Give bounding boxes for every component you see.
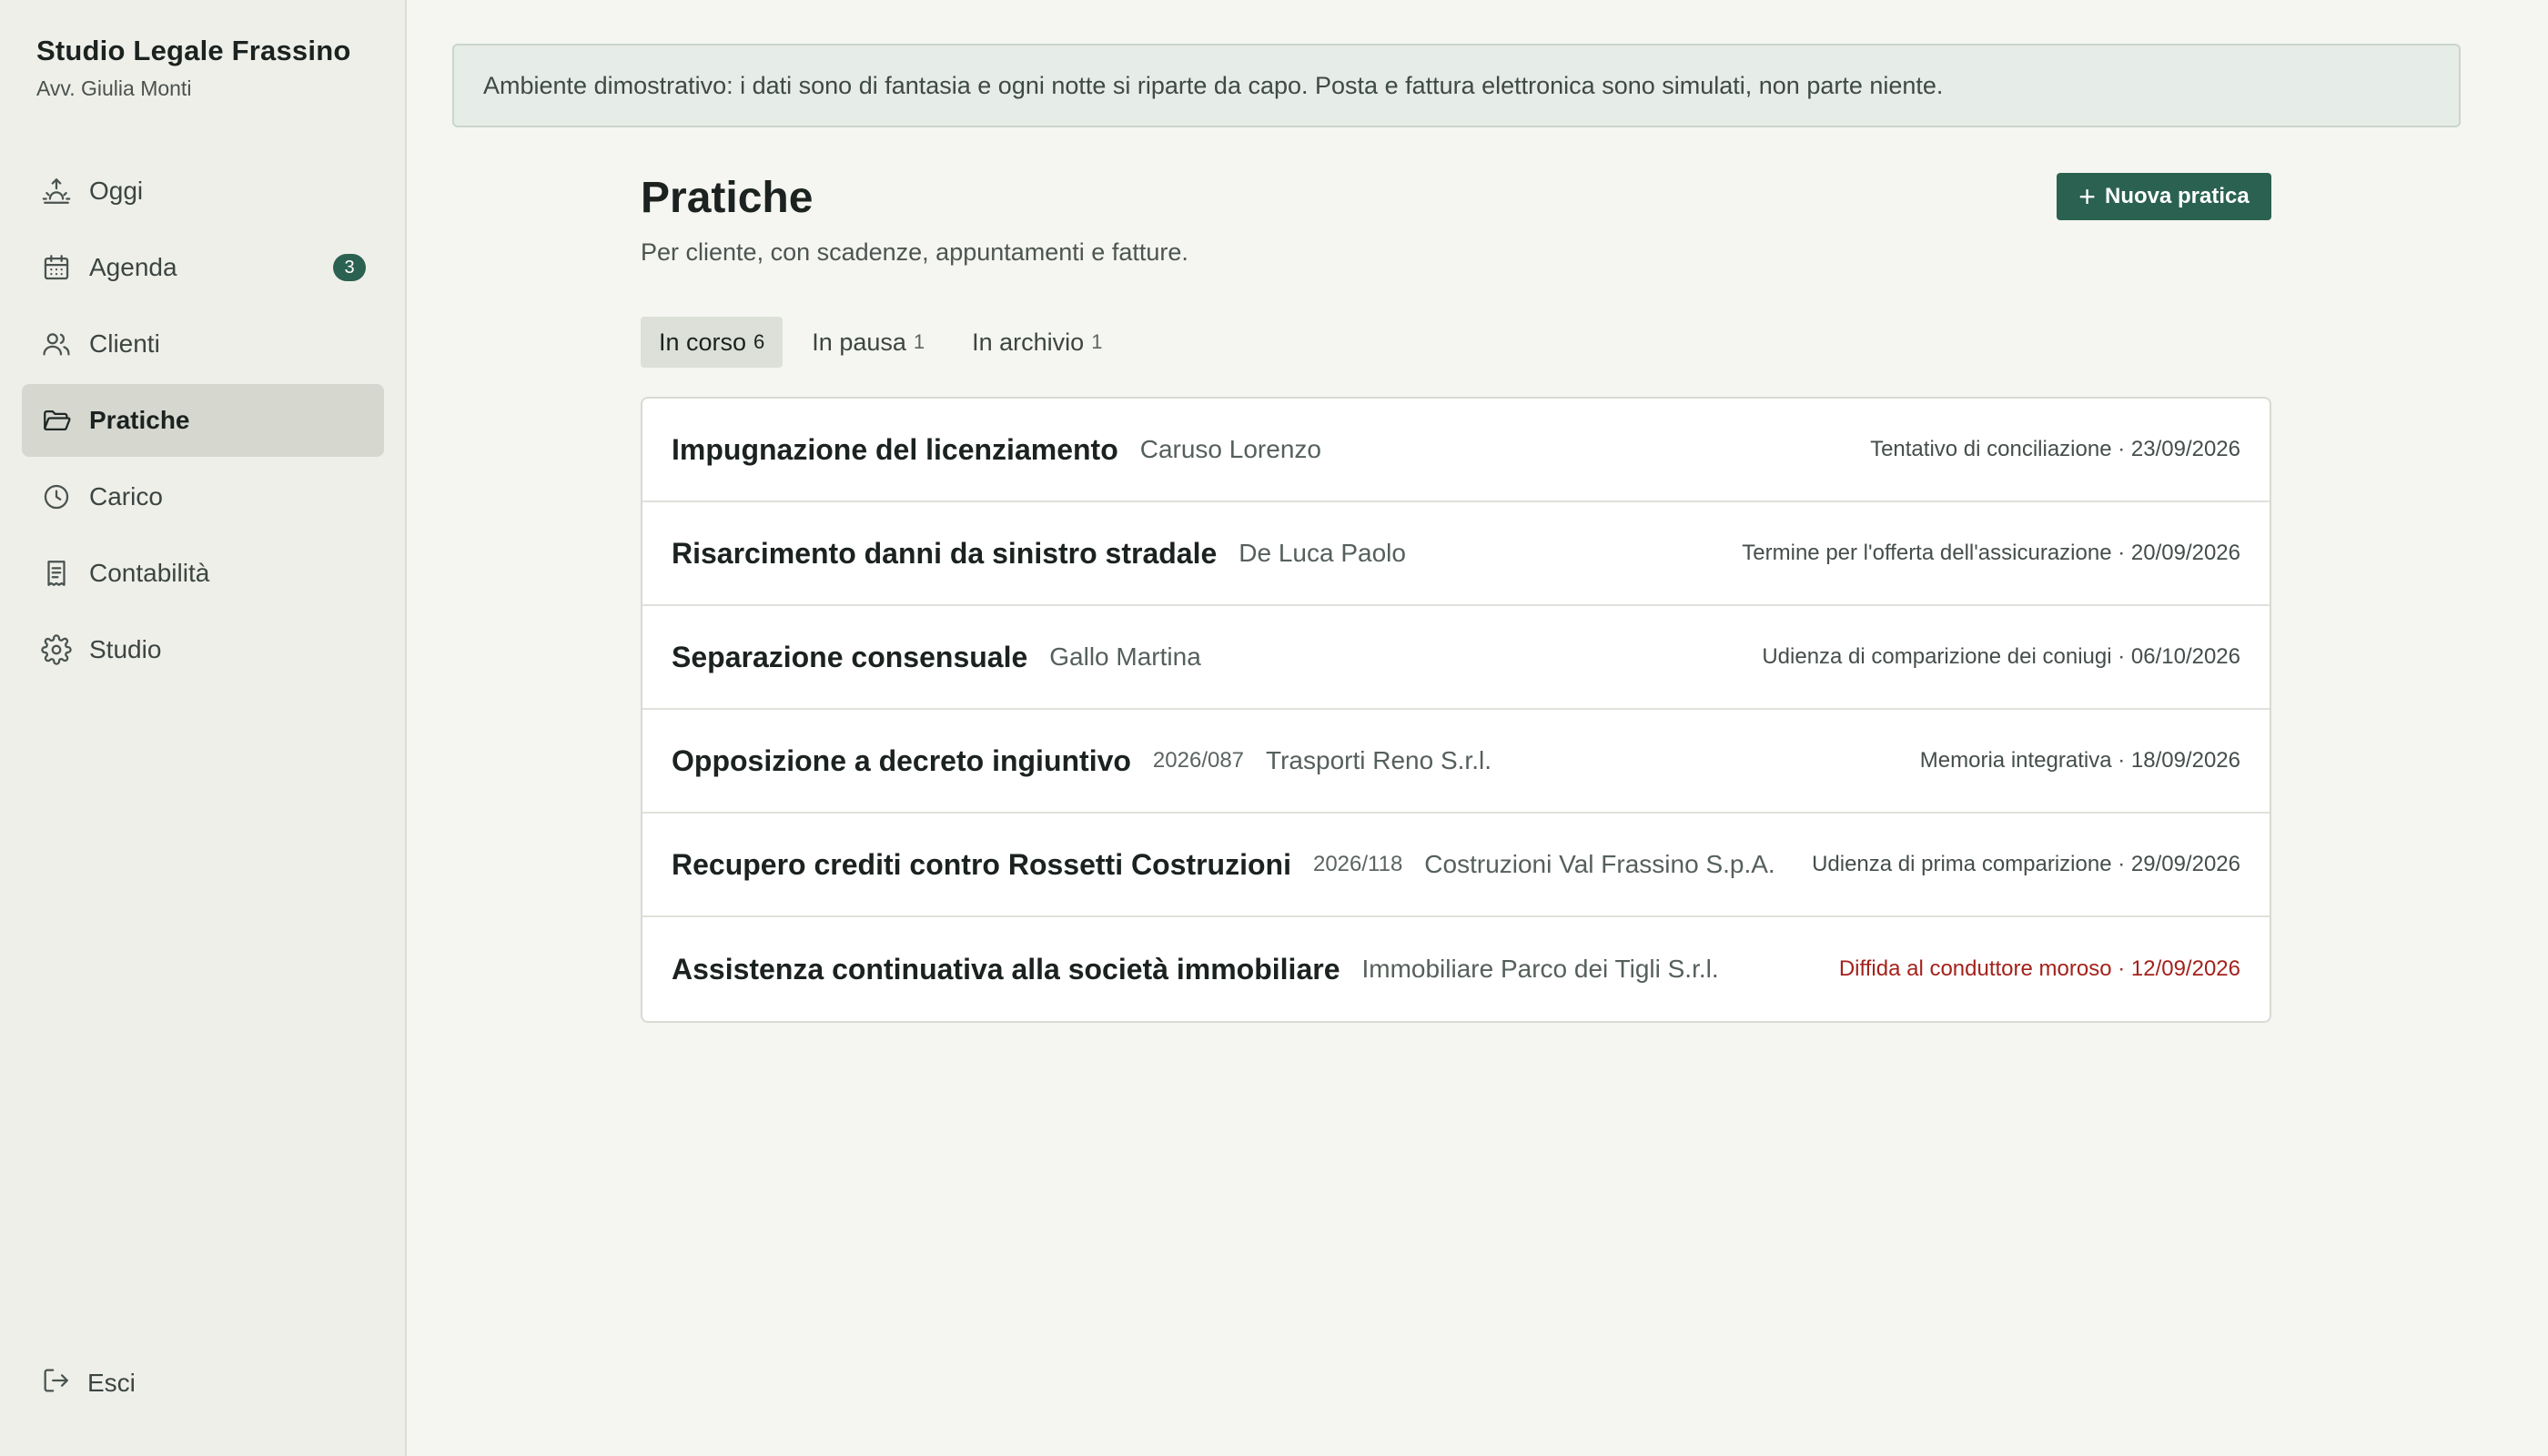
sidebar-item-label: Clienti xyxy=(89,329,160,358)
logout-label: Esci xyxy=(87,1368,136,1397)
list-item[interactable]: Risarcimento danni da sinistro stradale … xyxy=(642,502,2270,606)
receipt-icon xyxy=(40,557,73,590)
case-number: 2026/087 xyxy=(1152,748,1245,773)
agenda-count-badge: 3 xyxy=(333,254,366,281)
sidebar-item-carico[interactable]: Carico xyxy=(22,460,384,533)
brand-title: Studio Legale Frassino xyxy=(36,35,351,66)
calendar-icon xyxy=(40,251,73,284)
plus-icon: + xyxy=(2078,180,2096,213)
case-title: Assistenza continuativa alla società imm… xyxy=(672,952,1340,986)
case-next-deadline: Termine per l'offerta dell'assicurazione… xyxy=(1742,541,2240,565)
status-tabs: In corso 6 In pausa 1 In archivio 1 xyxy=(641,317,1131,368)
case-client: Caruso Lorenzo xyxy=(1139,435,1321,463)
case-next-deadline: Udienza di prima comparizione · 29/09/20… xyxy=(1812,852,2240,876)
case-next-deadline: Udienza di comparizione dei coniugi · 06… xyxy=(1762,644,2240,669)
users-icon xyxy=(40,328,73,360)
tab-label: In corso xyxy=(659,328,747,356)
list-item[interactable]: Recupero crediti contro Rossetti Costruz… xyxy=(642,814,2270,917)
demo-notice-banner: Ambiente dimostrativo: i dati sono di fa… xyxy=(452,44,2461,127)
brand-user: Avv. Giulia Monti xyxy=(36,76,192,100)
tab-count: 1 xyxy=(913,330,925,353)
tab-in-corso[interactable]: In corso 6 xyxy=(641,317,784,368)
folder-open-icon xyxy=(40,404,73,437)
sidebar-item-contabilita[interactable]: Contabilità xyxy=(22,537,384,610)
page-subtitle: Per cliente, con scadenze, appuntamenti … xyxy=(641,238,1188,266)
sidebar: Studio Legale Frassino Avv. Giulia Monti… xyxy=(0,0,407,1456)
sidebar-item-clienti[interactable]: Clienti xyxy=(22,308,384,380)
tab-count: 6 xyxy=(753,330,765,353)
new-case-label: Nuova pratica xyxy=(2104,184,2250,208)
list-item[interactable]: Impugnazione del licenziamento Caruso Lo… xyxy=(642,399,2270,502)
new-case-button[interactable]: + Nuova pratica xyxy=(2057,173,2271,220)
sidebar-item-label: Pratiche xyxy=(89,406,190,434)
list-item[interactable]: Opposizione a decreto ingiuntivo 2026/08… xyxy=(642,710,2270,814)
sidebar-item-oggi[interactable]: Oggi xyxy=(22,155,384,228)
case-number: 2026/118 xyxy=(1312,852,1403,876)
case-client: De Luca Paolo xyxy=(1239,539,1406,567)
page-title: Pratiche xyxy=(641,174,814,222)
case-next-deadline: Memoria integrativa · 18/09/2026 xyxy=(1919,748,2240,773)
case-client: Costruzioni Val Frassino S.p.A. xyxy=(1424,850,1775,878)
sidebar-item-studio[interactable]: Studio xyxy=(22,613,384,686)
sunrise-icon xyxy=(40,175,73,207)
sidebar-item-label: Contabilità xyxy=(89,559,210,587)
demo-notice-text: Ambiente dimostrativo: i dati sono di fa… xyxy=(483,71,1944,99)
sidebar-item-label: Agenda xyxy=(89,253,177,281)
case-title: Opposizione a decreto ingiuntivo xyxy=(672,743,1131,777)
logout-button[interactable]: Esci xyxy=(40,1365,136,1400)
case-title: Recupero crediti contro Rossetti Costruz… xyxy=(672,847,1291,881)
sidebar-item-label: Studio xyxy=(89,635,162,663)
case-client: Trasporti Reno S.r.l. xyxy=(1266,746,1491,774)
tab-count: 1 xyxy=(1091,330,1103,353)
tab-in-pausa[interactable]: In pausa 1 xyxy=(794,317,943,368)
cases-list: Impugnazione del licenziamento Caruso Lo… xyxy=(641,397,2271,1023)
case-client: Gallo Martina xyxy=(1049,642,1201,671)
list-item[interactable]: Separazione consensuale Gallo Martina Ud… xyxy=(642,606,2270,710)
case-client: Immobiliare Parco dei Tigli S.r.l. xyxy=(1361,955,1719,983)
clock-icon xyxy=(40,480,73,513)
case-next-deadline: Diffida al conduttore moroso · 12/09/202… xyxy=(1838,956,2240,981)
brand: Studio Legale Frassino Avv. Giulia Monti xyxy=(36,35,350,101)
sidebar-nav: Oggi Agenda 3 Clienti Pratiche Carico Co… xyxy=(22,155,384,690)
tab-label: In pausa xyxy=(812,328,906,356)
sidebar-item-pratiche[interactable]: Pratiche xyxy=(22,384,384,457)
tab-in-archivio[interactable]: In archivio 1 xyxy=(954,317,1120,368)
list-item[interactable]: Assistenza continuativa alla società imm… xyxy=(642,917,2270,1021)
sidebar-item-agenda[interactable]: Agenda 3 xyxy=(22,231,384,304)
sidebar-item-label: Carico xyxy=(89,482,163,511)
tab-label: In archivio xyxy=(972,328,1085,356)
case-title: Impugnazione del licenziamento xyxy=(672,432,1118,466)
gear-icon xyxy=(40,633,73,666)
sidebar-item-label: Oggi xyxy=(89,177,144,205)
case-title: Risarcimento danni da sinistro stradale xyxy=(672,536,1218,570)
logout-icon xyxy=(40,1365,71,1400)
case-next-deadline: Tentativo di conciliazione · 23/09/2026 xyxy=(1870,437,2240,461)
case-title: Separazione consensuale xyxy=(672,640,1028,673)
